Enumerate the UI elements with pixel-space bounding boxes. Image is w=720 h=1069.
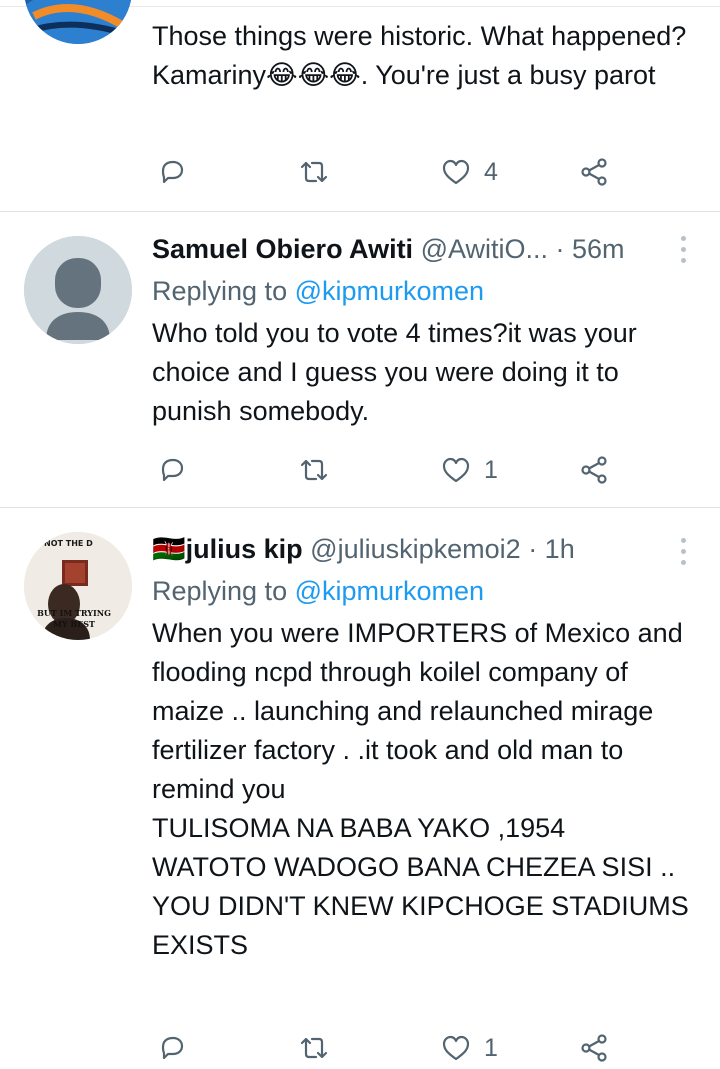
share-button[interactable] bbox=[578, 450, 610, 490]
laughing-emoji: 😂😂😂 bbox=[266, 60, 361, 90]
replying-to: Replying to @kipmurkomen bbox=[152, 272, 696, 310]
avatar-caption: BUT IM TRYING MY BEST bbox=[37, 608, 111, 629]
replying-label: Replying to bbox=[152, 576, 288, 606]
avatar-text-top: NOT THE D bbox=[44, 539, 93, 548]
more-icon bbox=[681, 538, 686, 543]
display-name[interactable]: julius kip bbox=[186, 534, 303, 564]
display-name[interactable]: Samuel Obiero Awiti bbox=[152, 234, 413, 264]
tweet-header: Samuel Obiero Awiti @AwitiO... · 56m bbox=[152, 232, 696, 266]
mention-link[interactable]: @kipmurkomen bbox=[295, 576, 484, 606]
timestamp[interactable]: · 56m bbox=[556, 234, 625, 264]
more-button[interactable] bbox=[681, 538, 687, 565]
tweet-text: Who told you to vote 4 times?it was your… bbox=[152, 318, 645, 426]
tweet-text: When you were IMPORTERS of Mexico and fl… bbox=[152, 618, 689, 960]
tweet-2-actions: 1 bbox=[152, 450, 632, 490]
retweet-button[interactable] bbox=[298, 450, 330, 490]
tweet-3[interactable]: NOT THE D BUT IM TRYING MY BEST 🇰🇪julius… bbox=[0, 508, 720, 1069]
retweet-button[interactable] bbox=[298, 1028, 330, 1068]
more-button[interactable] bbox=[681, 236, 687, 263]
reply-button[interactable] bbox=[156, 1028, 188, 1068]
heart-icon bbox=[442, 159, 470, 185]
reply-icon bbox=[161, 458, 184, 482]
tweet-1-actions: 4 bbox=[152, 152, 632, 192]
share-icon bbox=[581, 158, 607, 186]
more-icon bbox=[681, 236, 686, 241]
reply-icon bbox=[161, 1036, 184, 1060]
retweet-button[interactable] bbox=[298, 152, 330, 192]
like-button[interactable]: 4 bbox=[440, 152, 498, 192]
tweet-text: Those things were historic. What happene… bbox=[152, 21, 694, 90]
kenya-flag-icon: 🇰🇪 bbox=[152, 534, 186, 564]
reply-icon bbox=[161, 160, 184, 184]
like-button[interactable]: 1 bbox=[440, 450, 498, 490]
reply-button[interactable] bbox=[156, 152, 188, 192]
heart-icon bbox=[442, 1035, 470, 1061]
retweet-icon bbox=[300, 161, 328, 183]
like-count: 1 bbox=[484, 1033, 498, 1062]
tweet-header: 🇰🇪julius kip @juliuskipkemoi2 · 1h bbox=[152, 532, 696, 566]
default-avatar-icon bbox=[24, 236, 132, 344]
replying-label: Replying to bbox=[152, 276, 288, 306]
user-handle[interactable]: @AwitiO... bbox=[421, 234, 548, 264]
avatar[interactable]: NOT THE D BUT IM TRYING MY BEST bbox=[24, 532, 132, 640]
retweet-icon bbox=[300, 459, 328, 481]
mention-link[interactable]: @kipmurkomen bbox=[295, 276, 484, 306]
replying-to: Replying to @kipmurkomen bbox=[152, 572, 696, 610]
user-handle[interactable]: @juliuskipkemoi2 bbox=[310, 534, 521, 564]
like-button[interactable]: 1 bbox=[440, 1028, 498, 1068]
share-icon bbox=[581, 456, 607, 484]
heart-icon bbox=[442, 457, 470, 483]
tweet-3-actions: 1 bbox=[152, 1028, 632, 1068]
retweet-icon bbox=[300, 1037, 328, 1059]
share-button[interactable] bbox=[578, 1028, 610, 1068]
like-count: 1 bbox=[484, 455, 498, 484]
timestamp[interactable]: · 1h bbox=[528, 534, 575, 564]
avatar[interactable] bbox=[24, 236, 132, 344]
reply-button[interactable] bbox=[156, 450, 188, 490]
share-icon bbox=[581, 1034, 607, 1062]
like-count: 4 bbox=[484, 157, 498, 186]
share-button[interactable] bbox=[578, 152, 610, 192]
avatar[interactable] bbox=[24, 0, 132, 44]
